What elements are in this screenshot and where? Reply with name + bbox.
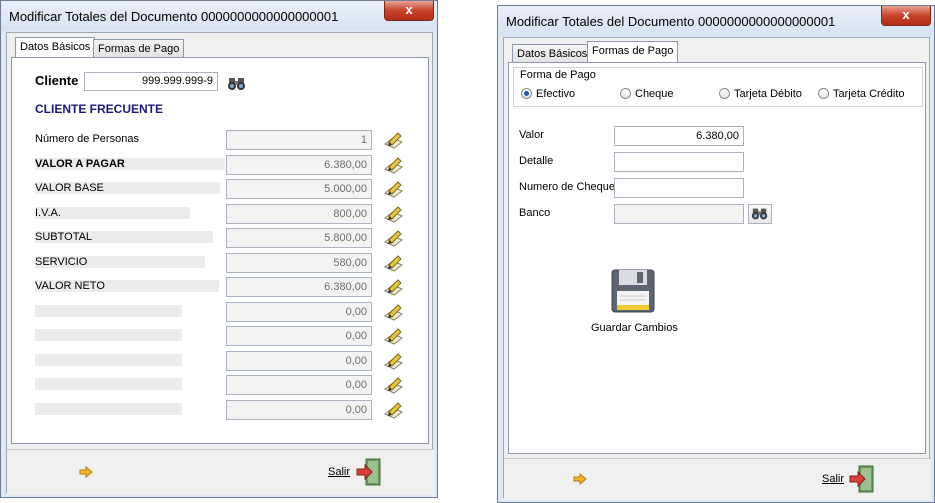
banco-label: Banco: [519, 207, 551, 219]
valor-input[interactable]: 6.380,00: [614, 126, 744, 146]
binoculars-icon[interactable]: [226, 74, 248, 94]
bottom-bar: Salir: [7, 449, 434, 495]
tab-panel: Cliente 999.999.999-9 CLIENTE FRECUENTE …: [11, 57, 429, 444]
radio-tarjeta-debito-label[interactable]: Tarjeta Débito: [734, 87, 802, 101]
pencil-paper-icon[interactable]: [382, 277, 404, 297]
salir-label: Salir: [822, 473, 845, 485]
guardar-cambios-button[interactable]: Guardar Cambios: [591, 269, 678, 339]
numero-cheque-input[interactable]: [614, 178, 744, 198]
salir-button[interactable]: Salir: [822, 473, 844, 485]
bottom-bar: Salir: [504, 458, 931, 500]
row-label: VALOR BASE: [35, 182, 104, 194]
radio-efectivo-label[interactable]: Efectivo: [536, 87, 575, 101]
row-label: VALOR NETO: [35, 280, 105, 292]
salir-label: Salir: [328, 466, 351, 478]
forma-de-pago-group: Forma de Pago Efectivo Cheque Tarjeta Dé…: [513, 67, 923, 107]
numero-cheque-label: Numero de Cheque: [519, 181, 616, 193]
pencil-paper-icon[interactable]: [382, 228, 404, 248]
pencil-paper-icon[interactable]: [382, 326, 404, 346]
row-value-input[interactable]: 580,00: [226, 253, 372, 273]
pencil-paper-icon[interactable]: [382, 351, 404, 371]
row-value-input[interactable]: 0,00: [226, 400, 372, 420]
arrow-right-icon[interactable]: [573, 473, 587, 485]
radio-tarjeta-credito-label[interactable]: Tarjeta Crédito: [833, 87, 905, 101]
banco-input[interactable]: [614, 204, 744, 224]
exit-door-icon[interactable]: [356, 458, 382, 486]
pencil-paper-icon[interactable]: [382, 179, 404, 199]
pencil-paper-icon[interactable]: [382, 253, 404, 273]
radio-tarjeta-debito-button[interactable]: [719, 88, 730, 99]
row-label: VALOR A PAGAR: [35, 158, 125, 170]
row-value-input[interactable]: 1: [226, 130, 372, 150]
pencil-paper-icon[interactable]: [382, 155, 404, 175]
row-value-input[interactable]: 0,00: [226, 351, 372, 371]
row-value-input[interactable]: 800,00: [226, 204, 372, 224]
radio-cheque-label[interactable]: Cheque: [635, 87, 674, 101]
tab-label: Formas de Pago: [98, 43, 180, 55]
floppy-disk-icon: [611, 269, 655, 313]
exit-door-icon[interactable]: [849, 465, 875, 493]
tab-formas-de-pago[interactable]: Formas de Pago: [587, 41, 679, 63]
banco-search-button[interactable]: [748, 204, 772, 224]
cliente-input[interactable]: 999.999.999-9: [84, 72, 218, 91]
radio-efectivo-button[interactable]: [521, 88, 532, 99]
title-bar[interactable]: Modificar Totales del Documento 00000000…: [498, 6, 934, 36]
row-label: SUBTOTAL: [35, 231, 93, 243]
forma-de-pago-label: Forma de Pago: [520, 69, 596, 81]
window-client-area: Datos Básicos Formas de Pago Cliente 999…: [6, 32, 434, 495]
pencil-paper-icon[interactable]: [382, 302, 404, 322]
guardar-cambios-label: Guardar Cambios: [591, 322, 678, 334]
close-button[interactable]: x: [881, 6, 931, 26]
tab-datos-basicos[interactable]: Datos Básicos: [512, 44, 593, 64]
pencil-paper-icon[interactable]: [382, 204, 404, 224]
row-value-input[interactable]: 6.380,00: [226, 155, 372, 175]
close-icon: x: [902, 7, 910, 22]
window-title: Modificar Totales del Documento 00000000…: [506, 14, 836, 29]
row-value-input[interactable]: 0,00: [226, 326, 372, 346]
window-formas-de-pago: Modificar Totales del Documento 00000000…: [497, 5, 935, 503]
row-label: SERVICIO: [35, 256, 88, 268]
tab-panel: Forma de Pago Efectivo Cheque Tarjeta Dé…: [508, 62, 926, 454]
tab-label: Formas de Pago: [592, 45, 674, 57]
row-label-background: [35, 354, 182, 366]
row-value-input[interactable]: 0,00: [226, 302, 372, 322]
row-label: I.V.A.: [35, 207, 61, 219]
row-value-input[interactable]: 0,00: [226, 375, 372, 395]
radio-tarjeta-credito-button[interactable]: [818, 88, 829, 99]
row-value-input[interactable]: 5.000,00: [226, 179, 372, 199]
row-value-input[interactable]: 5.800,00: [226, 228, 372, 248]
row-label: Número de Personas: [35, 133, 139, 145]
row-label-background: [35, 403, 182, 415]
window-client-area: Datos Básicos Formas de Pago Forma de Pa…: [503, 37, 931, 500]
binoculars-icon: [751, 208, 768, 220]
arrow-right-icon[interactable]: [79, 466, 93, 478]
close-button[interactable]: x: [384, 1, 434, 21]
tab-label: Datos Básicos: [517, 48, 588, 60]
row-label-background: [35, 378, 182, 390]
pencil-paper-icon[interactable]: [382, 375, 404, 395]
window-title: Modificar Totales del Documento 00000000…: [9, 9, 339, 24]
detalle-label: Detalle: [519, 155, 554, 167]
tab-label: Datos Básicos: [20, 41, 91, 53]
salir-button[interactable]: Salir: [328, 466, 350, 478]
radio-cheque-button[interactable]: [620, 88, 631, 99]
title-bar[interactable]: Modificar Totales del Documento 00000000…: [1, 1, 437, 31]
cliente-label: Cliente: [35, 73, 79, 88]
row-label-background: [35, 329, 182, 341]
row-label-background: [35, 305, 182, 317]
detalle-input[interactable]: [614, 152, 744, 172]
window-datos-basicos: Modificar Totales del Documento 00000000…: [0, 0, 438, 498]
close-icon: x: [405, 2, 413, 17]
row-value-input[interactable]: 6.380,00: [226, 277, 372, 297]
valor-label: Valor: [519, 129, 544, 141]
pencil-paper-icon[interactable]: [382, 400, 404, 420]
cliente-frecuente-label: CLIENTE FRECUENTE: [35, 102, 164, 116]
tab-formas-de-pago[interactable]: Formas de Pago: [93, 39, 185, 59]
pencil-paper-icon[interactable]: [382, 130, 404, 150]
tab-datos-basicos[interactable]: Datos Básicos: [15, 37, 96, 59]
